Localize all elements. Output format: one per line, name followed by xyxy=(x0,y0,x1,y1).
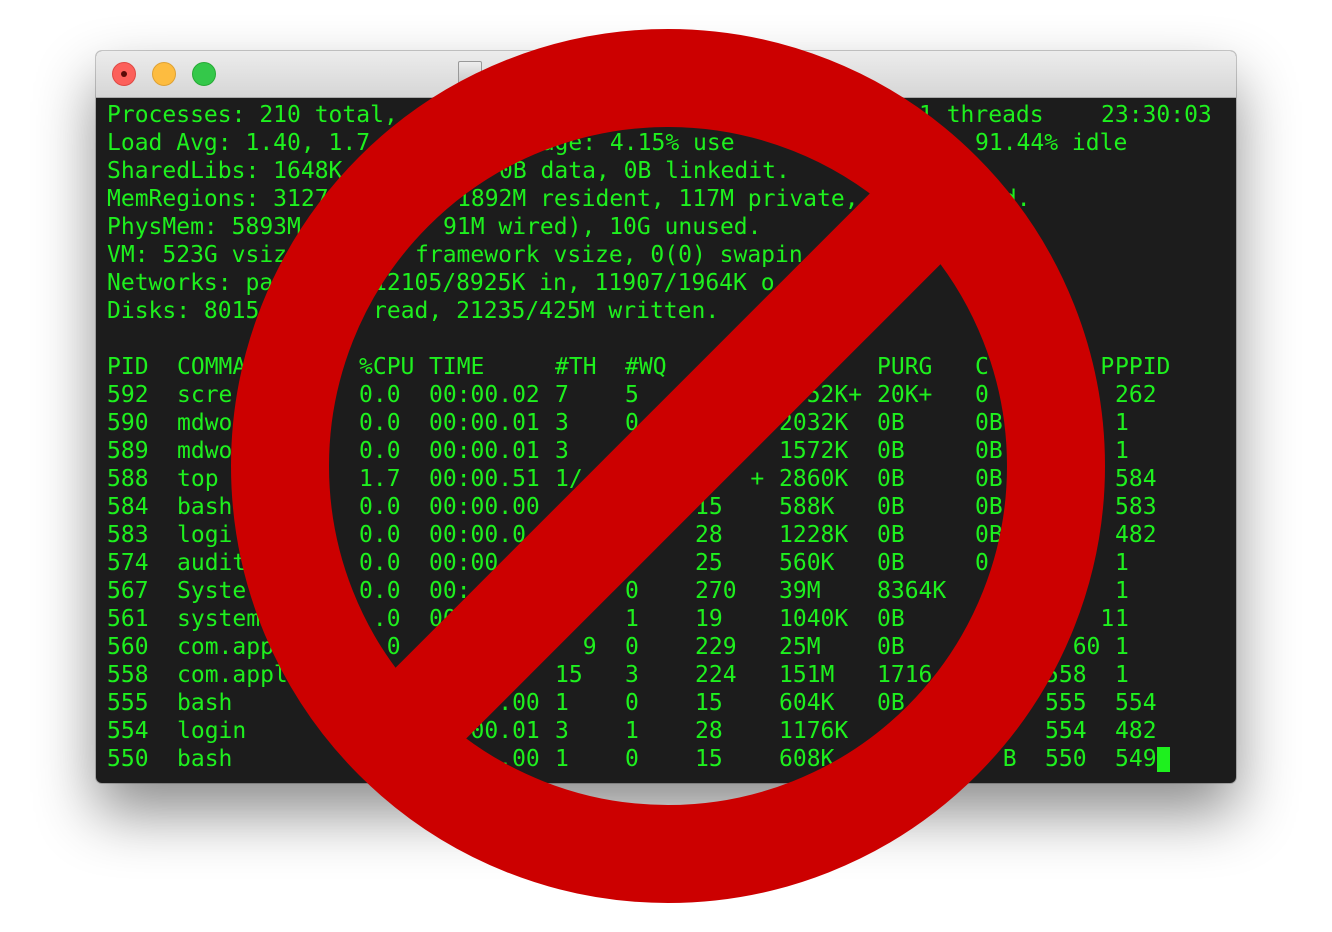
prohibited-sign-icon xyxy=(231,29,1105,903)
prohibited-slash xyxy=(300,98,1036,834)
